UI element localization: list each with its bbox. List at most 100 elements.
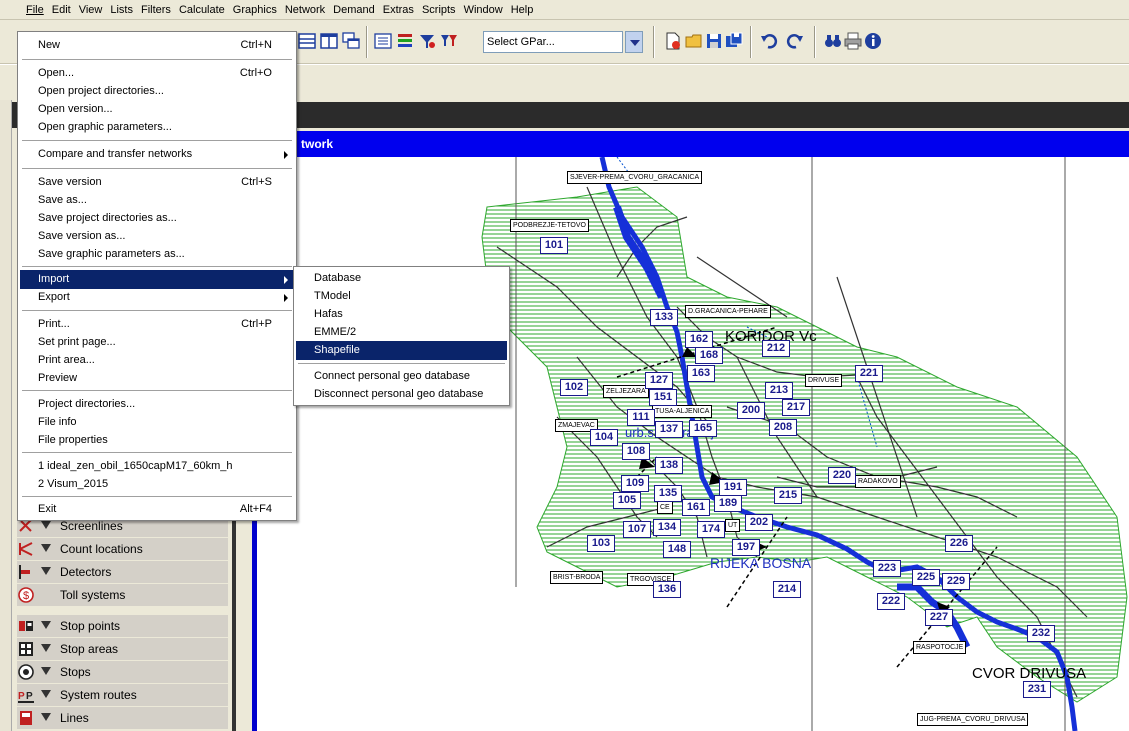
menu-item-save-graphic-parameters-as[interactable]: Save graphic parameters as... [20, 245, 294, 264]
menu-item-import[interactable]: Import [20, 270, 294, 289]
menu-file[interactable]: File [22, 0, 48, 20]
zone-box[interactable]: 101 [540, 237, 568, 254]
zone-box[interactable]: 163 [687, 365, 715, 382]
info-icon[interactable] [864, 32, 882, 50]
zone-box[interactable]: 127 [645, 372, 673, 389]
list-item-detectors[interactable]: Detectors [17, 561, 228, 584]
map-label[interactable]: RASPOTOCJE [913, 641, 967, 654]
map-label[interactable]: CE [657, 501, 673, 514]
network-window-title[interactable]: twork [296, 131, 1129, 157]
submenu-item-disconnect-geo-db[interactable]: Disconnect personal geo database [296, 385, 507, 404]
zone-box[interactable]: 208 [769, 419, 797, 436]
redo-icon[interactable] [786, 32, 804, 50]
menu-item-open-version[interactable]: Open version... [20, 100, 294, 119]
zone-box[interactable]: 136 [653, 581, 681, 598]
menu-scripts[interactable]: Scripts [418, 0, 460, 20]
zone-box[interactable]: 105 [613, 492, 641, 509]
list-item-system-routes[interactable]: PP System routes [17, 684, 228, 707]
map-label[interactable]: SJEVER-PREMA_CVORU_GRACANICA [567, 171, 703, 184]
list-item-stops[interactable]: Stops [17, 661, 228, 684]
menu-item-compare-transfer[interactable]: Compare and transfer networks [20, 145, 294, 164]
menu-item-print-area[interactable]: Print area... [20, 351, 294, 370]
zone-box[interactable]: 229 [942, 573, 970, 590]
menu-window[interactable]: Window [460, 0, 507, 20]
menu-item-open[interactable]: Open... Ctrl+O [20, 64, 294, 83]
menu-item-file-info[interactable]: File info [20, 413, 294, 432]
filter-multi-icon[interactable] [440, 32, 458, 50]
zone-box[interactable]: 111 [627, 409, 655, 426]
zone-box[interactable]: 214 [773, 581, 801, 598]
legend-icon[interactable] [396, 32, 414, 50]
zone-box[interactable]: 221 [855, 365, 883, 382]
menu-view[interactable]: View [75, 0, 107, 20]
zone-box[interactable]: 134 [653, 519, 681, 536]
filter-icon[interactable] [41, 667, 51, 675]
zone-box[interactable]: 220 [828, 467, 856, 484]
filter-icon[interactable] [41, 644, 51, 652]
undo-icon[interactable] [760, 32, 778, 50]
zone-box[interactable]: 225 [912, 569, 940, 586]
zone-box[interactable]: 135 [654, 485, 682, 502]
zone-box[interactable]: 102 [560, 379, 588, 396]
zone-box[interactable]: 227 [925, 609, 953, 626]
tile-vertical-icon[interactable] [320, 32, 338, 50]
zone-box[interactable]: 168 [695, 347, 723, 364]
filter-icon[interactable] [41, 567, 51, 575]
open-folder-icon[interactable] [685, 32, 703, 50]
filter-select-icon[interactable] [418, 32, 436, 50]
zone-box[interactable]: 212 [762, 340, 790, 357]
map-label[interactable]: DRIVUSE [805, 374, 843, 387]
menu-lists[interactable]: Lists [106, 0, 137, 20]
zone-box[interactable]: 191 [719, 479, 747, 496]
zone-box[interactable]: 202 [745, 514, 773, 531]
horizontal-lines-icon[interactable] [298, 32, 316, 50]
menu-item-open-project-directories[interactable]: Open project directories... [20, 82, 294, 101]
menu-item-export[interactable]: Export [20, 288, 294, 307]
menu-extras[interactable]: Extras [379, 0, 418, 20]
network-map[interactable]: SJEVER-PREMA_CVORU_GRACANICA PODBREZJE-T… [257, 157, 1129, 731]
submenu-item-database[interactable]: Database [296, 269, 507, 288]
menu-edit[interactable]: Edit [48, 0, 75, 20]
submenu-item-connect-geo-db[interactable]: Connect personal geo database [296, 367, 507, 386]
menu-item-open-graphic-parameters[interactable]: Open graphic parameters... [20, 118, 294, 137]
zone-box[interactable]: 107 [623, 521, 651, 538]
filter-icon[interactable] [41, 544, 51, 552]
list-icon[interactable] [374, 32, 392, 50]
menu-item-set-print-page[interactable]: Set print page... [20, 333, 294, 352]
list-item-stop-areas[interactable]: Stop areas [17, 638, 228, 661]
zone-box[interactable]: 231 [1023, 681, 1051, 698]
zone-box[interactable]: 189 [714, 495, 742, 512]
menu-item-save-version-as[interactable]: Save version as... [20, 227, 294, 246]
zone-box[interactable]: 108 [622, 443, 650, 460]
list-item-lines[interactable]: Lines [17, 707, 228, 730]
menu-item-exit[interactable]: Exit Alt+F4 [20, 500, 294, 519]
zone-box[interactable]: 222 [877, 593, 905, 610]
map-label[interactable]: UT [725, 519, 741, 532]
menu-item-save-as[interactable]: Save as... [20, 191, 294, 210]
filter-icon[interactable] [41, 521, 51, 529]
menu-graphics[interactable]: Graphics [229, 0, 281, 20]
menu-item-save-version[interactable]: Save version Ctrl+S [20, 173, 294, 192]
dropdown-arrow-icon[interactable] [625, 31, 643, 53]
submenu-item-shapefile[interactable]: Shapefile [296, 341, 507, 360]
map-label[interactable]: TUSA-ALJENICA [652, 405, 713, 418]
zone-box[interactable]: 223 [873, 560, 901, 577]
menu-network[interactable]: Network [281, 0, 329, 20]
panel-splitter[interactable] [232, 510, 236, 731]
map-label[interactable]: JUG-PREMA_CVORU_DRIVUSA [917, 713, 1029, 726]
gpar-select-value[interactable]: Select GPar... [483, 31, 623, 53]
zone-box[interactable]: 200 [737, 402, 765, 419]
zone-box[interactable]: 197 [732, 539, 760, 556]
menu-item-new[interactable]: New Ctrl+N [20, 36, 294, 55]
print-icon[interactable] [844, 32, 862, 50]
zone-box[interactable]: 215 [774, 487, 802, 504]
map-label[interactable]: D.GRACANICA-PEHARE [685, 305, 771, 318]
zone-box[interactable]: 133 [650, 309, 678, 326]
new-file-icon[interactable] [664, 32, 682, 50]
list-item-toll-systems[interactable]: $ Toll systems [17, 584, 228, 607]
menu-demand[interactable]: Demand [329, 0, 379, 20]
map-label[interactable]: PODBREZJE-TETOVO [510, 219, 589, 232]
zone-box[interactable]: 232 [1027, 625, 1055, 642]
map-label[interactable]: RADAKOVO [855, 475, 901, 488]
list-item-count-locations[interactable]: Count locations [17, 538, 228, 561]
